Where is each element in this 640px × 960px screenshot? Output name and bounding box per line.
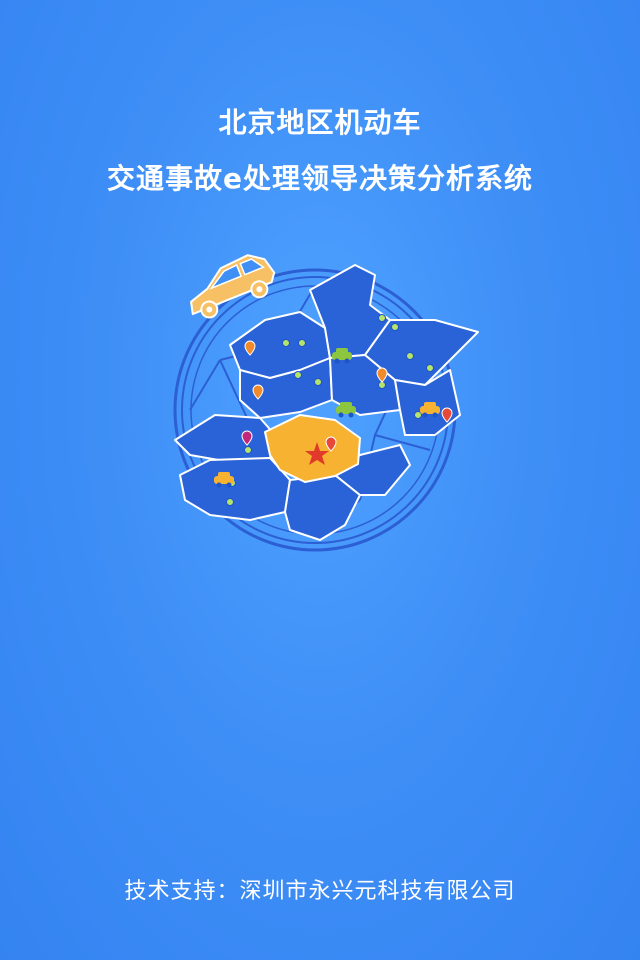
app-title-line-1: 北京地区机动车	[218, 106, 422, 139]
beijing-map-illustration	[173, 254, 479, 552]
car-icon	[190, 254, 276, 319]
app-title-line-2: 交通事故e处理领导决策分析系统	[107, 162, 533, 195]
region-south-west-upper	[174, 414, 276, 463]
splash-screen: 北京地区机动车 交通事故e处理领导决策分析系统 技术支持：深圳市永兴元科技有限公…	[0, 0, 640, 960]
region-south-west-lower	[179, 457, 291, 521]
tech-support-text: 技术支持：深圳市永兴元科技有限公司	[124, 879, 516, 904]
